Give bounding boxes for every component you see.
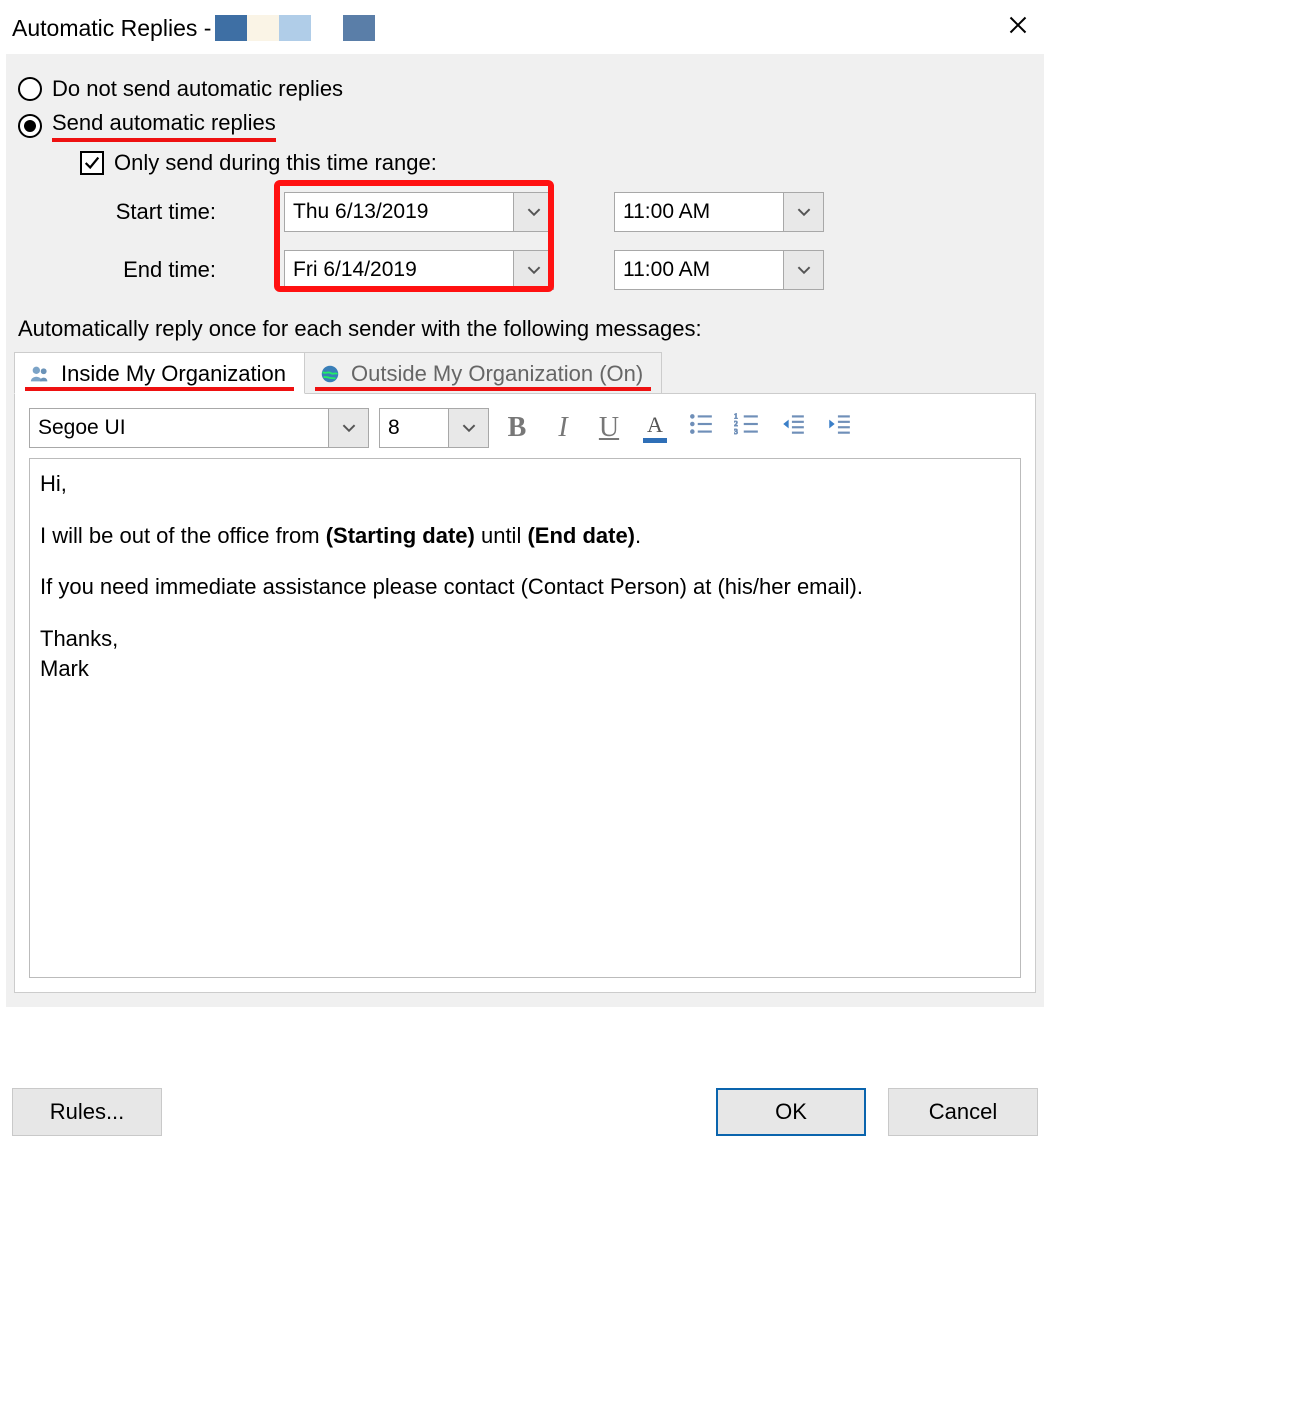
bold-button[interactable]: B xyxy=(499,410,535,446)
titlebar: Automatic Replies - xyxy=(0,0,1050,48)
start-time-picker[interactable]: 11:00 AM xyxy=(614,192,824,232)
number-list-icon: 123 xyxy=(734,411,760,445)
outdent-button[interactable] xyxy=(775,410,811,446)
msg-name: Mark xyxy=(40,654,1010,684)
radio-send-label: Send automatic replies xyxy=(52,110,276,142)
chevron-down-icon[interactable] xyxy=(783,193,823,231)
font-family-value: Segoe UI xyxy=(30,409,328,447)
swatch-1 xyxy=(215,15,247,41)
end-date-picker[interactable]: Fri 6/14/2019 xyxy=(284,250,554,290)
swatch-2 xyxy=(247,15,279,41)
checkbox-only-range[interactable]: Only send during this time range: xyxy=(80,150,1032,176)
radio-send[interactable]: Send automatic replies xyxy=(18,110,1032,142)
chevron-down-icon[interactable] xyxy=(328,409,368,447)
font-color-button[interactable]: A xyxy=(637,410,673,446)
close-icon xyxy=(1008,15,1028,41)
people-icon xyxy=(29,363,51,385)
account-color-swatches xyxy=(215,15,375,41)
end-time-label: End time: xyxy=(94,257,224,283)
cancel-button[interactable]: Cancel xyxy=(888,1088,1038,1136)
msg-thanks: Thanks, xyxy=(40,624,1010,654)
font-family-combo[interactable]: Segoe UI xyxy=(29,408,369,448)
font-size-value: 8 xyxy=(380,409,448,447)
chevron-down-icon[interactable] xyxy=(783,251,823,289)
indent-icon xyxy=(826,411,852,445)
start-date-value: Thu 6/13/2019 xyxy=(285,193,513,231)
options-panel: Do not send automatic replies Send autom… xyxy=(6,54,1044,1007)
start-time-value: 11:00 AM xyxy=(615,193,783,231)
tab-outside-org[interactable]: Outside My Organization (On) xyxy=(304,352,662,393)
checkbox-icon xyxy=(80,151,104,175)
underline-button[interactable]: U xyxy=(591,410,627,446)
number-list-button[interactable]: 123 xyxy=(729,410,765,446)
tab-outside-label: Outside My Organization (On) xyxy=(351,361,643,387)
checkbox-only-range-label: Only send during this time range: xyxy=(114,150,437,176)
close-button[interactable] xyxy=(998,10,1038,46)
bullet-list-icon xyxy=(688,411,714,445)
swatch-4 xyxy=(343,15,375,41)
automatic-replies-dialog: Automatic Replies - Do not send automati… xyxy=(0,0,1050,1150)
reply-caption: Automatically reply once for each sender… xyxy=(18,316,1032,342)
tab-inside-label: Inside My Organization xyxy=(61,361,286,387)
bullet-list-button[interactable] xyxy=(683,410,719,446)
radio-do-not-send-label: Do not send automatic replies xyxy=(52,76,343,102)
window-title: Automatic Replies - xyxy=(12,15,211,42)
audience-tabs: Inside My Organization Outside My Organi… xyxy=(14,352,1036,394)
globe-icon xyxy=(319,363,341,385)
outdent-icon xyxy=(780,411,806,445)
chevron-down-icon[interactable] xyxy=(513,193,553,231)
message-editor[interactable]: Hi, I will be out of the office from (St… xyxy=(29,458,1021,978)
time-range-grid: Start time: Thu 6/13/2019 11:00 AM End t… xyxy=(94,192,1036,290)
radio-icon xyxy=(18,77,42,101)
dialog-footer: Rules... OK Cancel xyxy=(12,1088,1038,1136)
radio-icon xyxy=(18,114,42,138)
swatch-3 xyxy=(279,15,311,41)
chevron-down-icon[interactable] xyxy=(448,409,488,447)
swatch-gap xyxy=(311,15,343,41)
end-date-value: Fri 6/14/2019 xyxy=(285,251,513,289)
indent-button[interactable] xyxy=(821,410,857,446)
start-date-picker[interactable]: Thu 6/13/2019 xyxy=(284,192,554,232)
italic-button[interactable]: I xyxy=(545,410,581,446)
editor-toolbar: Segoe UI 8 B I U A xyxy=(29,408,1021,448)
chevron-down-icon[interactable] xyxy=(513,251,553,289)
msg-assist: If you need immediate assistance please … xyxy=(40,572,1010,602)
font-size-combo[interactable]: 8 xyxy=(379,408,489,448)
start-time-label: Start time: xyxy=(94,199,224,225)
editor-panel: Segoe UI 8 B I U A xyxy=(14,394,1036,993)
svg-text:3: 3 xyxy=(734,427,738,436)
msg-line1: I will be out of the office from (Starti… xyxy=(40,521,1010,551)
radio-do-not-send[interactable]: Do not send automatic replies xyxy=(18,76,1032,102)
end-time-value: 11:00 AM xyxy=(615,251,783,289)
end-time-picker[interactable]: 11:00 AM xyxy=(614,250,824,290)
tab-inside-org[interactable]: Inside My Organization xyxy=(14,352,305,394)
msg-greeting: Hi, xyxy=(40,469,1010,499)
ok-button[interactable]: OK xyxy=(716,1088,866,1136)
rules-button[interactable]: Rules... xyxy=(12,1088,162,1136)
